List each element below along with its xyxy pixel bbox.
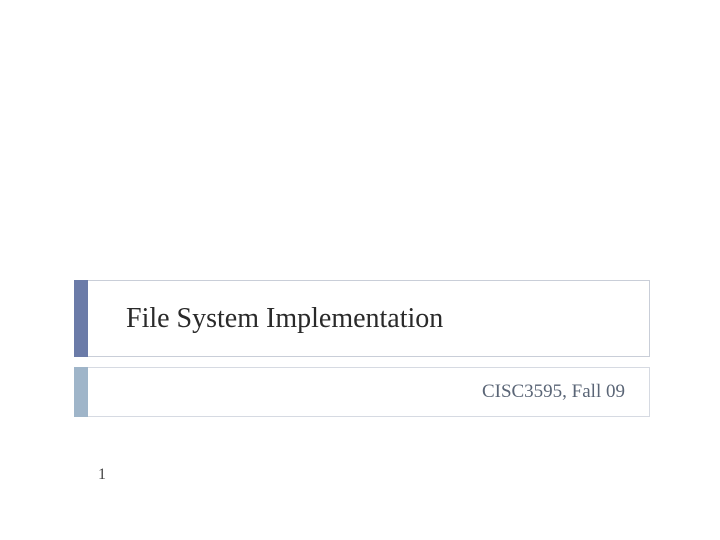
subtitle-content: CISC3595, Fall 09 [88, 367, 650, 417]
title-box: File System Implementation [74, 280, 650, 357]
title-accent-bar [74, 280, 88, 357]
subtitle-accent-bar [74, 367, 88, 417]
slide-title: File System Implementation [126, 303, 443, 335]
slide-subtitle: CISC3595, Fall 09 [482, 381, 625, 403]
subtitle-box: CISC3595, Fall 09 [74, 367, 650, 417]
title-content: File System Implementation [88, 280, 650, 357]
page-number: 1 [98, 466, 106, 484]
slide: File System Implementation CISC3595, Fal… [0, 0, 720, 540]
